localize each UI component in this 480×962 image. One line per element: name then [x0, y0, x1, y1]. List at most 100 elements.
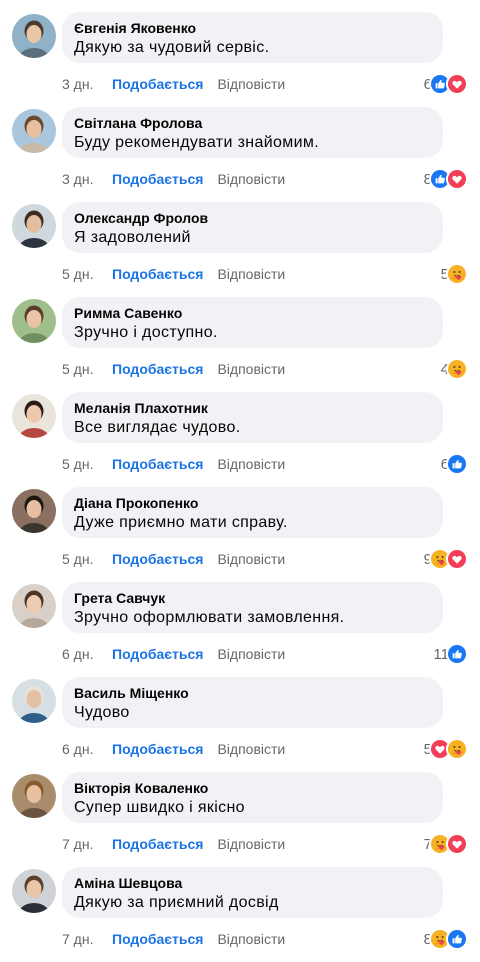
comment-author[interactable]: Вікторія Коваленко	[74, 780, 431, 797]
like-button[interactable]: Подобається	[112, 265, 203, 283]
comment-bubble: Меланія Плахотник Все виглядає чудово.	[62, 392, 443, 443]
like-button[interactable]: Подобається	[112, 740, 203, 758]
avatar[interactable]	[12, 869, 56, 913]
comment-actions: 6 дн. Подобається Відповісти	[62, 740, 285, 758]
reactions-summary[interactable]: 7	[424, 833, 468, 855]
comment-timestamp[interactable]: 7 дн.	[62, 835, 112, 853]
reply-button[interactable]: Відповісти	[217, 170, 285, 188]
comment-timestamp[interactable]: 3 дн.	[62, 170, 112, 188]
comment-author[interactable]: Римма Савенко	[74, 305, 431, 322]
comment: Грета Савчук Зручно оформлювати замовлен…	[0, 582, 480, 677]
reply-button[interactable]: Відповісти	[217, 645, 285, 663]
reactions-summary[interactable]: 8	[424, 928, 468, 950]
comment-actions: 5 дн. Подобається Відповісти	[62, 455, 285, 473]
reply-button[interactable]: Відповісти	[217, 455, 285, 473]
like-button[interactable]: Подобається	[112, 455, 203, 473]
comment-timestamp[interactable]: 5 дн.	[62, 360, 112, 378]
comment-text: Дякую за приємний досвід	[74, 894, 279, 911]
comment-actions: 7 дн. Подобається Відповісти	[62, 930, 285, 948]
avatar[interactable]	[12, 14, 56, 58]
comment-timestamp[interactable]: 6 дн.	[62, 645, 112, 663]
comment-bubble: Василь Міщенко Чудово	[62, 677, 443, 728]
comment-bubble: Діана Прокопенко Дуже приємно мати справ…	[62, 487, 443, 538]
reactions-summary[interactable]: 9	[424, 548, 468, 570]
reply-button[interactable]: Відповісти	[217, 265, 285, 283]
comment-text: Зручно і доступно.	[74, 324, 218, 341]
comment: Світлана Фролова Буду рекомендувати знай…	[0, 107, 480, 202]
like-button[interactable]: Подобається	[112, 550, 203, 568]
comment: Євгенія Яковенко Дякую за чудовий сервіс…	[0, 12, 480, 107]
comment: Меланія Плахотник Все виглядає чудово. 5…	[0, 392, 480, 487]
comment: Римма Савенко Зручно і доступно. 5 дн. По…	[0, 297, 480, 392]
reply-button[interactable]: Відповісти	[217, 835, 285, 853]
comment-author[interactable]: Василь Міщенко	[74, 685, 431, 702]
like-button[interactable]: Подобається	[112, 75, 203, 93]
comment-actions: 6 дн. Подобається Відповісти	[62, 645, 285, 663]
comment-text: Дякую за чудовий сервіс.	[74, 39, 270, 56]
comment-actions: 5 дн. Подобається Відповісти	[62, 360, 285, 378]
like-button[interactable]: Подобається	[112, 170, 203, 188]
care-reaction-icon	[446, 358, 468, 380]
comment-author[interactable]: Світлана Фролова	[74, 115, 431, 132]
like-reaction-icon	[446, 928, 468, 950]
like-button[interactable]: Подобається	[112, 835, 203, 853]
comment-text: Чудово	[74, 704, 130, 721]
reactions-summary[interactable]: 8	[424, 168, 468, 190]
reactions-summary[interactable]: 11	[433, 643, 468, 665]
avatar[interactable]	[12, 489, 56, 533]
like-reaction-icon	[446, 643, 468, 665]
comment-author[interactable]: Меланія Плахотник	[74, 400, 431, 417]
like-button[interactable]: Подобається	[112, 645, 203, 663]
avatar[interactable]	[12, 299, 56, 343]
comment-timestamp[interactable]: 7 дн.	[62, 930, 112, 948]
comment-bubble: Євгенія Яковенко Дякую за чудовий сервіс…	[62, 12, 443, 63]
reply-button[interactable]: Відповісти	[217, 740, 285, 758]
avatar[interactable]	[12, 679, 56, 723]
care-reaction-icon	[446, 738, 468, 760]
reply-button[interactable]: Відповісти	[217, 930, 285, 948]
comment-timestamp[interactable]: 3 дн.	[62, 75, 112, 93]
avatar[interactable]	[12, 109, 56, 153]
comment-timestamp[interactable]: 5 дн.	[62, 455, 112, 473]
comment: Василь Міщенко Чудово 6 дн. Подобається Ві…	[0, 677, 480, 772]
reply-button[interactable]: Відповісти	[217, 75, 285, 93]
reply-button[interactable]: Відповісти	[217, 360, 285, 378]
comment-text: Дуже приємно мати справу.	[74, 514, 288, 531]
reactions-summary[interactable]: 6	[441, 453, 468, 475]
comment-actions: 5 дн. Подобається Відповісти	[62, 550, 285, 568]
avatar[interactable]	[12, 394, 56, 438]
comment-bubble: Вікторія Коваленко Супер швидко і якісно	[62, 772, 443, 823]
comment-bubble: Аміна Шевцова Дякую за приємний досвід	[62, 867, 443, 918]
reply-button[interactable]: Відповісти	[217, 550, 285, 568]
comment-author[interactable]: Олександр Фролов	[74, 210, 431, 227]
comments-list: Євгенія Яковенко Дякую за чудовий сервіс…	[0, 12, 480, 962]
comment-author[interactable]: Євгенія Яковенко	[74, 20, 431, 37]
comment-bubble: Олександр Фролов Я задоволений	[62, 202, 443, 253]
reactions-summary[interactable]: 6	[424, 73, 468, 95]
comment-timestamp[interactable]: 5 дн.	[62, 265, 112, 283]
reactions-summary[interactable]: 4	[441, 358, 468, 380]
reactions-summary[interactable]: 5	[424, 738, 468, 760]
comment-timestamp[interactable]: 6 дн.	[62, 740, 112, 758]
comment-text: Зручно оформлювати замовлення.	[74, 609, 345, 626]
comment: Олександр Фролов Я задоволений 5 дн. Подо…	[0, 202, 480, 297]
comment-bubble: Світлана Фролова Буду рекомендувати знай…	[62, 107, 443, 158]
like-button[interactable]: Подобається	[112, 930, 203, 948]
comment: Діана Прокопенко Дуже приємно мати справ…	[0, 487, 480, 582]
comment-timestamp[interactable]: 5 дн.	[62, 550, 112, 568]
reactions-summary[interactable]: 5	[441, 263, 468, 285]
comment-author[interactable]: Діана Прокопенко	[74, 495, 431, 512]
comment-author[interactable]: Аміна Шевцова	[74, 875, 431, 892]
avatar[interactable]	[12, 204, 56, 248]
comment-bubble: Римма Савенко Зручно і доступно.	[62, 297, 443, 348]
comment-text: Буду рекомендувати знайомим.	[74, 134, 320, 151]
avatar[interactable]	[12, 584, 56, 628]
comment-actions: 7 дн. Подобається Відповісти	[62, 835, 285, 853]
comment-author[interactable]: Грета Савчук	[74, 590, 431, 607]
like-reaction-icon	[446, 453, 468, 475]
comment-actions: 3 дн. Подобається Відповісти	[62, 75, 285, 93]
comment-text: Все виглядає чудово.	[74, 419, 241, 436]
avatar[interactable]	[12, 774, 56, 818]
like-button[interactable]: Подобається	[112, 360, 203, 378]
comment: Вікторія Коваленко Супер швидко і якісно…	[0, 772, 480, 867]
